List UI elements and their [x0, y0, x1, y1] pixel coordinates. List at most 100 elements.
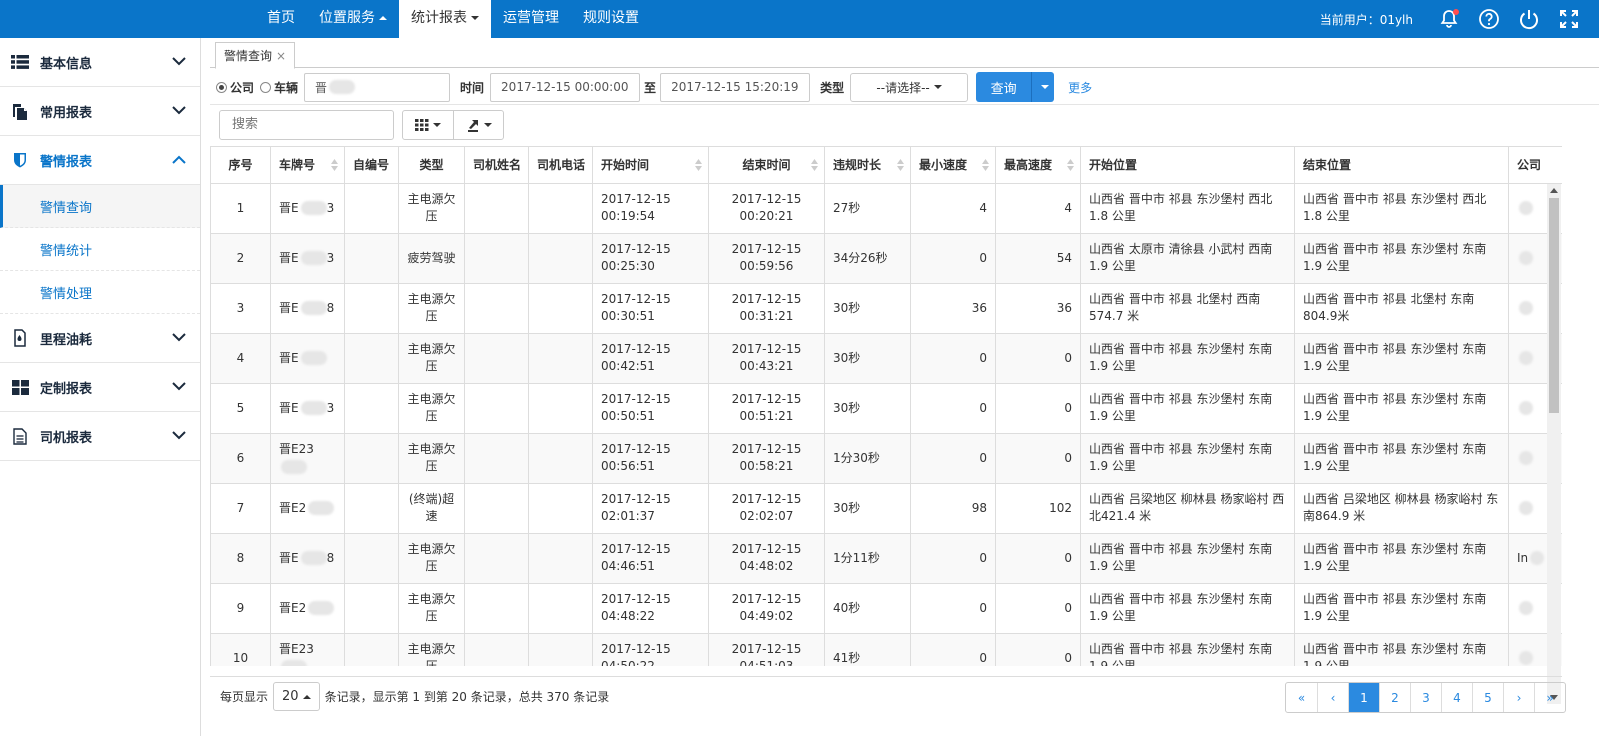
- scroll-up-icon[interactable]: [1550, 188, 1558, 193]
- cell-type: 主电源欠压: [398, 382, 465, 434]
- cell-end: 2017-12-15 00:58:21: [708, 432, 825, 484]
- table-scrollbar[interactable]: [1547, 184, 1561, 704]
- page-button-1[interactable]: ‹: [1317, 683, 1348, 712]
- nav-item-3[interactable]: 运营管理: [491, 0, 571, 38]
- cell-max: 0: [995, 632, 1081, 666]
- nav-item-4[interactable]: 规则设置: [571, 0, 651, 38]
- query-dropdown-button[interactable]: [1031, 72, 1055, 102]
- sidebar-section-5[interactable]: 司机报表: [0, 412, 200, 461]
- cell-dur: 30秒: [824, 332, 911, 384]
- export-button[interactable]: [453, 110, 503, 139]
- bell-icon[interactable]: [1437, 7, 1461, 31]
- page-button-6[interactable]: 5: [1472, 683, 1503, 712]
- table-row[interactable]: 4 晋E 主电源欠压 2017-12-15 00:42:51 2017-12-15 00…: [210, 332, 1562, 384]
- cell-end: 2017-12-15 04:49:02: [708, 582, 825, 634]
- sidebar-section-2[interactable]: 警情报表: [0, 136, 200, 185]
- sidebar-section-4[interactable]: 定制报表: [0, 363, 200, 412]
- cell-phone: [528, 282, 593, 334]
- cell-type: (终端)超速: [398, 482, 465, 534]
- cell-start: 2017-12-15 02:01:37: [592, 482, 709, 534]
- radio-company-label: 公司: [230, 80, 255, 95]
- column-header[interactable]: 开始时间: [592, 147, 709, 184]
- table-row[interactable]: 10 晋E23 主电源欠压 2017-12-15 04:50:22 2017-12-15…: [210, 632, 1562, 666]
- page-button-0[interactable]: «: [1286, 683, 1317, 712]
- radio-vehicle-label: 车辆: [274, 80, 299, 95]
- cell-phone: [528, 182, 593, 234]
- fullscreen-icon[interactable]: [1557, 7, 1581, 31]
- search-input[interactable]: [219, 109, 394, 140]
- to-label: 至: [644, 80, 657, 95]
- radio-vehicle[interactable]: 车辆: [260, 79, 298, 96]
- sidebar-subitem-2[interactable]: 警情处理: [0, 271, 200, 314]
- redacted-mask: [308, 601, 335, 615]
- table-row[interactable]: 6 晋E23 主电源欠压 2017-12-15 00:56:51 2017-12-15 …: [210, 432, 1562, 484]
- help-icon[interactable]: [1477, 7, 1501, 31]
- sidebar-section-label: 常用报表: [40, 105, 93, 121]
- page-button-4[interactable]: 3: [1410, 683, 1441, 712]
- type-label: 类型: [820, 80, 845, 95]
- start-time-input[interactable]: [490, 72, 641, 102]
- columns-button[interactable]: [403, 111, 453, 139]
- notification-dot: [1453, 9, 1459, 15]
- page-button-3[interactable]: 2: [1379, 683, 1410, 712]
- redacted-mask: [300, 351, 327, 365]
- cell-epos: 山西省 晋中市 祁县 东沙堡村 东南1.9 公里: [1294, 432, 1509, 484]
- table-row[interactable]: 2 晋E 3 疲劳驾驶 2017-12-15 00:25:30 2017-12-15 00…: [210, 232, 1562, 284]
- sidebar-section-0[interactable]: 基本信息: [0, 38, 200, 87]
- scroll-thumb[interactable]: [1549, 198, 1559, 413]
- table-row[interactable]: 8 晋E 8 主电源欠压 2017-12-15 04:46:51 2017-12-15 0…: [210, 532, 1562, 584]
- plate-text: 晋E23: [279, 642, 314, 656]
- cell-dur: 41秒: [824, 632, 911, 666]
- column-header: 公司: [1508, 147, 1562, 184]
- plate-suffix: 3: [326, 200, 335, 215]
- page-button-7[interactable]: ›: [1503, 683, 1534, 712]
- column-header[interactable]: 违规时长: [824, 147, 911, 184]
- cell-type: 主电源欠压: [398, 432, 465, 484]
- cell-end: 2017-12-15 02:02:07: [708, 482, 825, 534]
- nav-item-1[interactable]: 位置服务: [307, 0, 399, 38]
- fuel-icon: [10, 329, 30, 347]
- cell-min: 0: [910, 332, 996, 384]
- table-row[interactable]: 9 晋E2 主电源欠压 2017-12-15 04:48:22 2017-12-15 0…: [210, 582, 1562, 634]
- page-button-8[interactable]: »: [1534, 683, 1565, 712]
- power-icon[interactable]: [1517, 7, 1541, 31]
- cell-start: 2017-12-15 00:50:51: [592, 382, 709, 434]
- cell-selfno: [344, 632, 399, 666]
- company-text: In: [1517, 550, 1529, 565]
- table-row[interactable]: 7 晋E2 (终端)超速 2017-12-15 02:01:37 2017-12-15 …: [210, 482, 1562, 534]
- table-row[interactable]: 1 晋E 3 主电源欠压 2017-12-15 00:19:54 2017-12-15 0…: [210, 182, 1562, 234]
- chevron-down-icon: [433, 122, 441, 127]
- end-time-input[interactable]: [660, 72, 811, 102]
- cell-driver: [464, 182, 529, 234]
- query-button[interactable]: 查询: [976, 72, 1032, 102]
- sidebar-section-label: 警情报表: [40, 154, 93, 170]
- sidebar-section-3[interactable]: 里程油耗: [0, 314, 200, 363]
- column-header[interactable]: 最小速度: [910, 147, 996, 184]
- column-header[interactable]: 结束时间: [708, 147, 825, 184]
- cell-min: 36: [910, 282, 996, 334]
- sidebar-section-1[interactable]: 常用报表: [0, 87, 200, 136]
- cell-selfno: [344, 532, 399, 584]
- page-button-2[interactable]: 1: [1348, 683, 1379, 712]
- page-size-select[interactable]: 20: [273, 682, 320, 711]
- close-icon[interactable]: ×: [276, 44, 286, 68]
- table-row[interactable]: 3 晋E 8 主电源欠压 2017-12-15 00:30:51 2017-12-15 0…: [210, 282, 1562, 334]
- more-link[interactable]: 更多: [1068, 79, 1092, 96]
- nav-item-2[interactable]: 统计报表: [399, 0, 491, 38]
- cell-min: 4: [910, 182, 996, 234]
- redacted-mask: [1519, 351, 1533, 365]
- column-header[interactable]: 车牌号: [270, 147, 345, 184]
- sidebar-section-label: 基本信息: [40, 56, 93, 72]
- nav-item-0[interactable]: 首页: [255, 0, 307, 38]
- table-row[interactable]: 5 晋E 3 主电源欠压 2017-12-15 00:50:51 2017-12-15 0…: [210, 382, 1562, 434]
- sidebar-subitem-0[interactable]: 警情查询: [0, 185, 200, 228]
- column-header[interactable]: 最高速度: [995, 147, 1081, 184]
- tab-alarm-query[interactable]: 警情查询 ×: [215, 42, 296, 69]
- vehicle-input[interactable]: 晋: [304, 72, 451, 102]
- radio-company[interactable]: 公司: [216, 79, 254, 96]
- type-select[interactable]: --请选择--: [850, 72, 969, 102]
- cell-no: 10: [210, 632, 271, 666]
- page-button-5[interactable]: 4: [1441, 683, 1472, 712]
- redacted-mask: [1519, 251, 1533, 265]
- sidebar-subitem-1[interactable]: 警情统计: [0, 228, 200, 271]
